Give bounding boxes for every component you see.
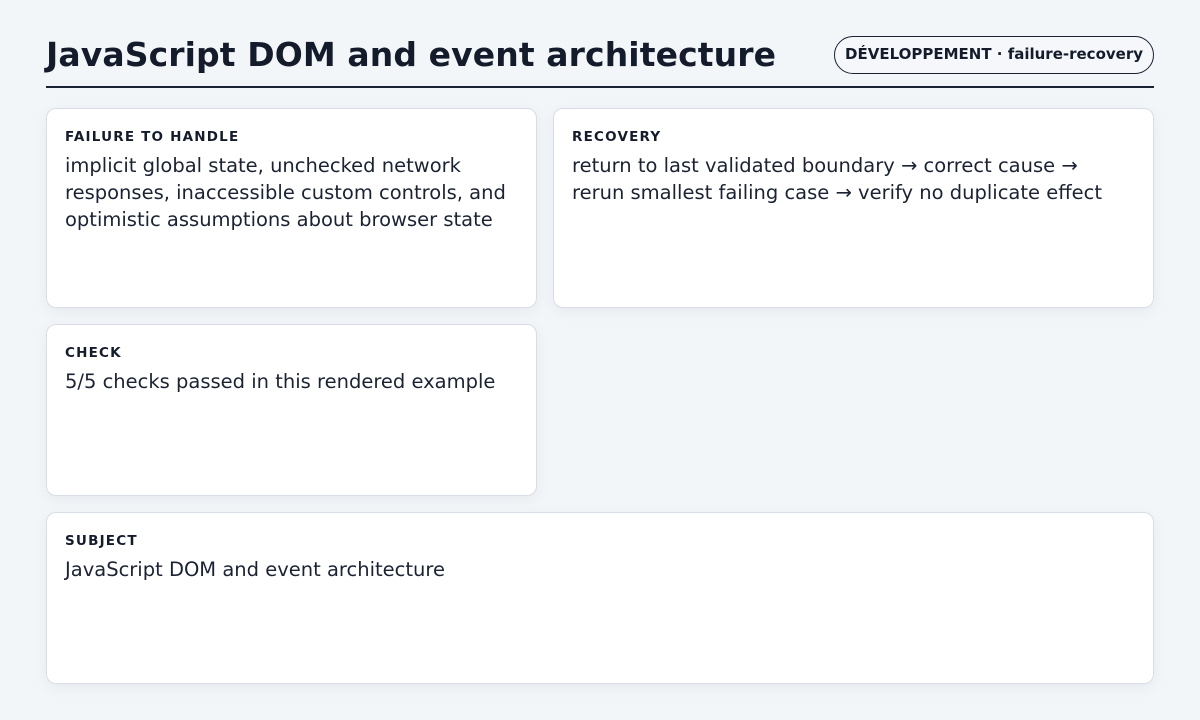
page-header: JavaScript DOM and event architecture DÉ… xyxy=(46,30,1154,88)
subject-card: SUBJECT JavaScript DOM and event archite… xyxy=(46,512,1154,684)
check-card-label: CHECK xyxy=(65,345,122,361)
recovery-card-label: RECOVERY xyxy=(572,129,662,145)
page-title: JavaScript DOM and event architecture xyxy=(46,35,777,74)
recovery-card-text: return to last validated boundary → corr… xyxy=(572,154,1103,204)
failure-card-text: implicit global state, unchecked network… xyxy=(65,154,506,231)
recovery-card: RECOVERY return to last validated bounda… xyxy=(553,108,1154,308)
subject-card-label: SUBJECT xyxy=(65,533,138,549)
check-card-text: 5/5 checks passed in this rendered examp… xyxy=(65,370,496,393)
subject-card-text: JavaScript DOM and event architecture xyxy=(65,558,445,581)
failure-card: FAILURE TO HANDLE implicit global state,… xyxy=(46,108,537,308)
check-card: CHECK 5/5 checks passed in this rendered… xyxy=(46,324,537,496)
failure-card-label: FAILURE TO HANDLE xyxy=(65,129,240,145)
category-badge: DÉVELOPPEMENT · failure-recovery xyxy=(834,36,1154,74)
